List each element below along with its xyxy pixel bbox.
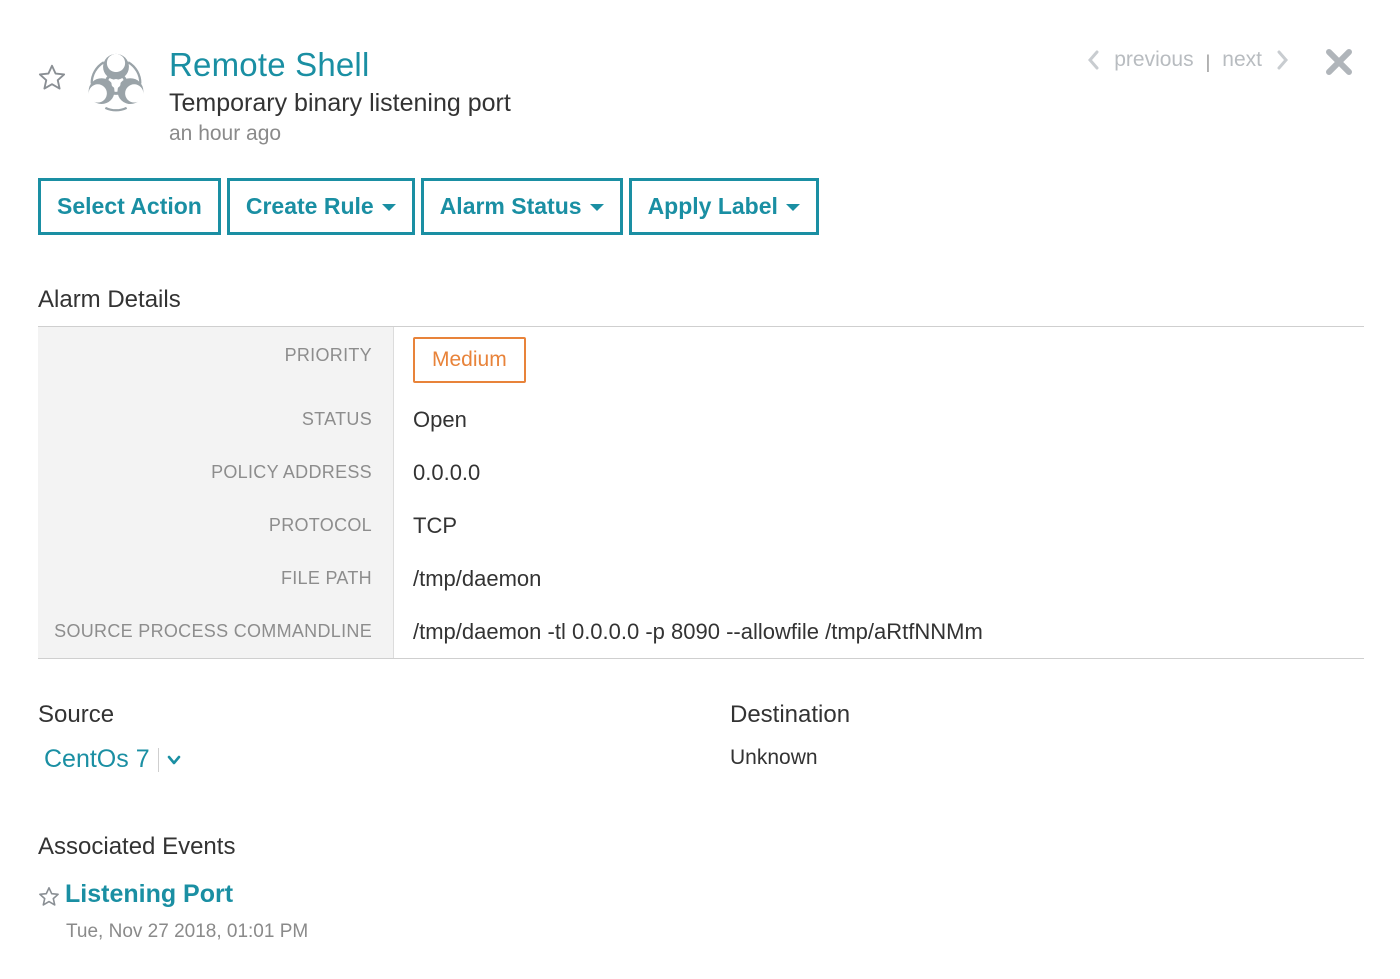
alarm-timestamp: an hour ago: [169, 122, 282, 145]
destination-value: Unknown: [730, 746, 818, 769]
destination-heading: Destination: [730, 701, 851, 728]
action-bar: Select Action Create Rule Alarm Status A…: [38, 178, 819, 235]
select-action-label: Select Action: [57, 193, 202, 219]
policy-address-value: 0.0.0.0: [413, 460, 481, 485]
policy-address-label: POLICY ADDRESS: [211, 462, 372, 482]
biohazard-icon: [88, 53, 144, 112]
alarm-status-label: Alarm Status: [439, 193, 582, 219]
alarm-detail-panel: Remote Shell Temporary binary listening …: [0, 0, 1400, 979]
source-heading: Source: [38, 701, 115, 728]
alarm-details-table: PRIORITY Medium STATUS Open POLICY ADDRE…: [38, 326, 1364, 659]
alarm-subtitle: Temporary binary listening port: [169, 89, 511, 117]
previous-link[interactable]: previous: [1114, 48, 1193, 72]
apply-label-label: Apply Label: [647, 193, 778, 219]
create-rule-label: Create Rule: [245, 193, 374, 219]
caret-down-icon: [589, 204, 604, 211]
caret-down-icon: [785, 204, 800, 211]
status-value: Open: [413, 407, 467, 432]
source-host-dropdown[interactable]: CentOs 7: [44, 745, 183, 774]
close-icon[interactable]: [1323, 46, 1355, 78]
priority-label: PRIORITY: [284, 345, 372, 365]
file-path-value: /tmp/daemon: [413, 566, 542, 591]
star-icon[interactable]: [36, 62, 68, 94]
file-path-label: FILE PATH: [280, 568, 372, 588]
select-action-button[interactable]: Select Action: [38, 178, 221, 235]
protocol-value: TCP: [413, 513, 457, 538]
apply-label-button[interactable]: Apply Label: [628, 178, 819, 235]
alarm-title: Remote Shell: [169, 46, 370, 83]
chevron-right-icon[interactable]: [1274, 49, 1290, 71]
source-host-name[interactable]: CentOs 7: [44, 745, 150, 774]
event-link[interactable]: Listening Port: [65, 880, 233, 909]
pager: previous | next: [1086, 48, 1290, 72]
caret-down-icon: [381, 204, 396, 211]
source-process-commandline-value: /tmp/daemon -tl 0.0.0.0 -p 8090 --allowf…: [413, 619, 983, 644]
protocol-label: PROTOCOL: [268, 515, 372, 535]
source-process-commandline-label: SOURCE PROCESS COMMANDLINE: [54, 621, 372, 641]
chevron-down-icon[interactable]: [165, 751, 183, 769]
pager-separator: |: [1205, 51, 1211, 72]
event-date: Tue, Nov 27 2018, 01:01 PM: [66, 921, 309, 942]
alarm-details-heading: Alarm Details: [38, 286, 181, 313]
create-rule-button[interactable]: Create Rule: [226, 178, 415, 235]
priority-badge: Medium: [413, 337, 526, 383]
status-label: STATUS: [301, 409, 372, 429]
alarm-status-button[interactable]: Alarm Status: [420, 178, 623, 235]
details-label-column: [38, 327, 394, 658]
associated-events-heading: Associated Events: [38, 833, 236, 860]
divider: [157, 747, 159, 772]
chevron-left-icon[interactable]: [1086, 49, 1102, 71]
next-link[interactable]: next: [1222, 48, 1262, 72]
star-icon[interactable]: [37, 885, 61, 909]
